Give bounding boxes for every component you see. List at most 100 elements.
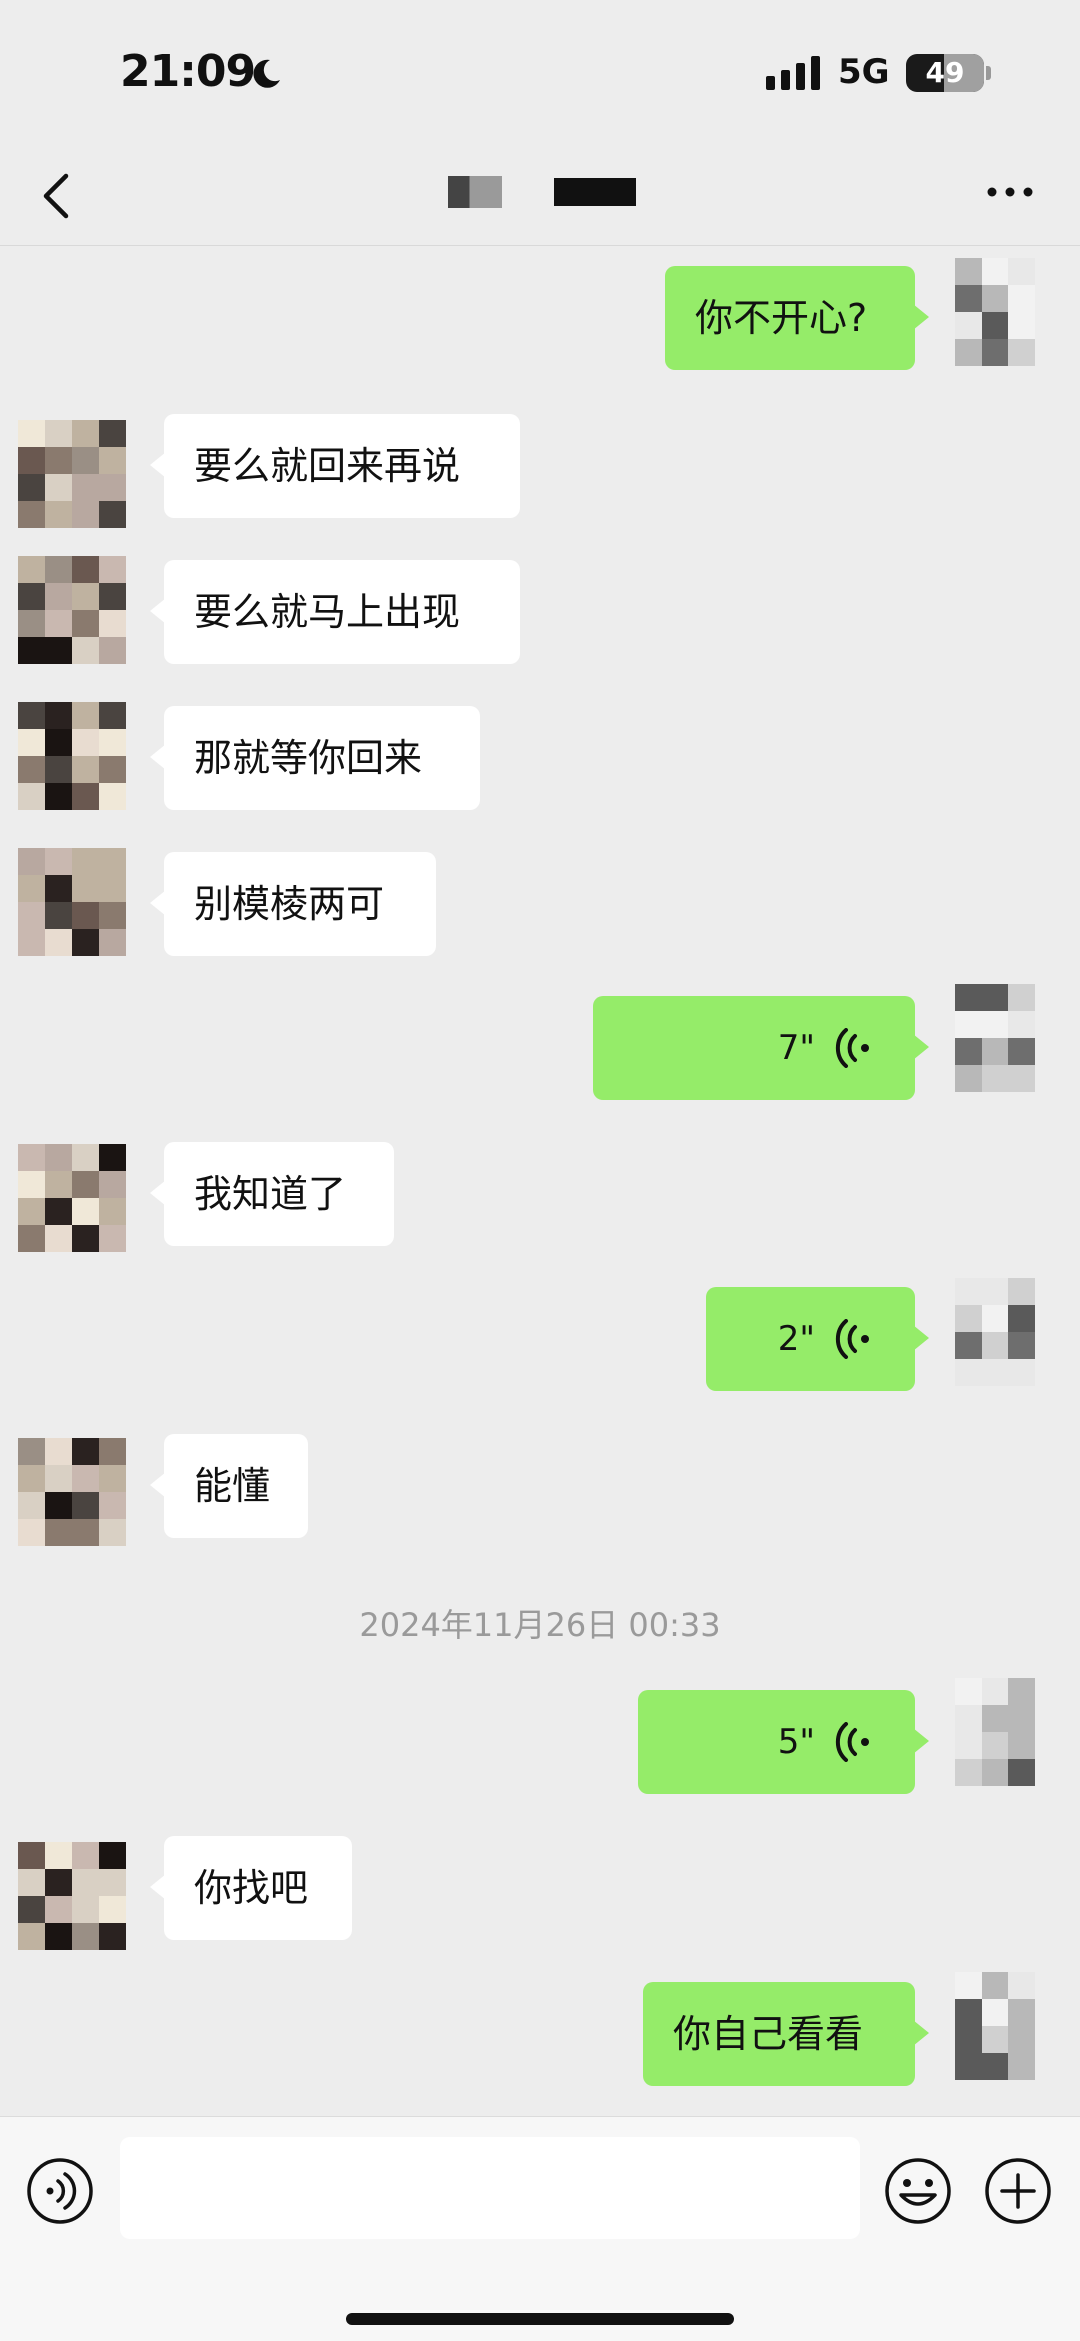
avatar-pixel xyxy=(981,1705,1009,1732)
contact-avatar[interactable] xyxy=(18,1438,126,1546)
plus-icon[interactable] xyxy=(984,2157,1052,2225)
moon-icon xyxy=(253,59,280,88)
message-bubble-received[interactable]: 我知道了 xyxy=(150,1142,394,1246)
avatar-pixel xyxy=(955,1972,982,1999)
message-input[interactable] xyxy=(120,2137,860,2239)
voice-wave-icon xyxy=(835,1028,869,1068)
avatar-pixel xyxy=(72,1225,99,1252)
voice-message-bubble[interactable]: 2" xyxy=(706,1287,929,1391)
voice-input-icon[interactable] xyxy=(26,2157,94,2225)
chevron-left-icon[interactable] xyxy=(38,168,74,224)
my-avatar[interactable] xyxy=(955,1972,1035,2080)
voice-wave-icon xyxy=(835,1319,869,1359)
avatar-pixel xyxy=(18,1896,45,1923)
message-bubble-received[interactable]: 你找吧 xyxy=(150,1836,352,1940)
avatar-pixel xyxy=(955,2053,982,2080)
message-bubble-received[interactable]: 要么就回来再说 xyxy=(150,414,520,518)
avatar-pixel xyxy=(45,474,72,501)
avatar-pixel xyxy=(72,729,99,756)
avatar-pixel xyxy=(18,1923,45,1950)
avatar-pixel xyxy=(981,1972,1009,1999)
avatar-pixel xyxy=(981,312,1009,339)
avatar-pixel xyxy=(955,1332,982,1359)
avatar-pixel xyxy=(18,902,45,929)
avatar-pixel xyxy=(72,1144,99,1171)
contact-name-redacted-bar xyxy=(554,178,636,206)
avatar-pixel xyxy=(1008,2053,1035,2080)
message-bubble-sent[interactable]: 你自己看看 xyxy=(643,1982,929,2086)
avatar-pixel xyxy=(45,1869,72,1896)
avatar-pixel xyxy=(18,583,45,610)
my-avatar[interactable] xyxy=(955,258,1035,366)
contact-avatar[interactable] xyxy=(18,1842,126,1950)
avatar-pixel xyxy=(45,1923,72,1950)
message-bubble-received[interactable]: 别模棱两可 xyxy=(150,852,436,956)
avatar-pixel xyxy=(981,1359,1009,1386)
my-avatar[interactable] xyxy=(955,1278,1035,1386)
avatar-pixel xyxy=(1008,312,1035,339)
avatar-pixel xyxy=(18,848,45,875)
emoji-icon[interactable] xyxy=(884,2157,952,2225)
avatar-pixel xyxy=(1008,1038,1035,1065)
avatar-pixel xyxy=(99,756,126,783)
avatar-pixel xyxy=(981,1732,1009,1759)
avatar-pixel xyxy=(981,1305,1009,1332)
avatar-pixel xyxy=(72,1171,99,1198)
voice-duration: 7" xyxy=(777,1028,815,1068)
avatar-pixel xyxy=(72,610,99,637)
contact-avatar[interactable] xyxy=(18,556,126,664)
avatar-pixel xyxy=(955,1011,982,1038)
avatar-pixel xyxy=(18,556,45,583)
chat-timestamp: 2024年11月26日 00:33 xyxy=(359,1606,721,1644)
contact-avatar[interactable] xyxy=(18,1144,126,1252)
message-bubble-received[interactable]: 要么就马上出现 xyxy=(150,560,520,664)
avatar-pixel xyxy=(981,339,1009,366)
message-bubble-sent[interactable]: 你不开心? xyxy=(665,266,929,370)
avatar-pixel xyxy=(45,756,72,783)
contact-avatar[interactable] xyxy=(18,848,126,956)
avatar-pixel xyxy=(99,1519,126,1546)
avatar-pixel xyxy=(1008,1278,1035,1305)
avatar-pixel xyxy=(955,258,982,285)
contact-name-redacted xyxy=(448,176,502,208)
avatar-pixel xyxy=(981,258,1009,285)
avatar-pixel xyxy=(18,702,45,729)
voice-duration: 2" xyxy=(777,1319,815,1359)
avatar-pixel xyxy=(45,902,72,929)
avatar-pixel xyxy=(99,1492,126,1519)
contact-avatar[interactable] xyxy=(18,702,126,810)
avatar-pixel xyxy=(45,501,72,528)
avatar-pixel xyxy=(981,1678,1009,1705)
avatar-pixel xyxy=(99,1171,126,1198)
status-time: 21:09 xyxy=(120,46,256,97)
avatar-pixel xyxy=(955,984,982,1011)
avatar-pixel xyxy=(18,1171,45,1198)
avatar-pixel xyxy=(18,637,45,664)
avatar-pixel xyxy=(72,1438,99,1465)
avatar-pixel xyxy=(18,783,45,810)
avatar-pixel xyxy=(72,1198,99,1225)
avatar-pixel xyxy=(981,984,1009,1011)
avatar-pixel xyxy=(72,702,99,729)
contact-avatar[interactable] xyxy=(18,420,126,528)
more-horizontal-icon[interactable] xyxy=(984,180,1036,204)
voice-message-bubble[interactable]: 5" xyxy=(638,1690,929,1794)
avatar-pixel xyxy=(99,729,126,756)
home-indicator[interactable] xyxy=(346,2313,734,2325)
avatar-pixel xyxy=(45,556,72,583)
message-bubble-received[interactable]: 能懂 xyxy=(150,1434,308,1538)
voice-message-bubble[interactable]: 7" xyxy=(593,996,929,1100)
avatar-pixel xyxy=(18,610,45,637)
avatar-pixel xyxy=(72,1923,99,1950)
chat-input-bar xyxy=(0,2116,1080,2341)
my-avatar[interactable] xyxy=(955,1678,1035,1786)
my-avatar[interactable] xyxy=(955,984,1035,1092)
avatar-pixel xyxy=(99,1869,126,1896)
avatar-pixel xyxy=(955,1065,982,1092)
avatar-pixel xyxy=(45,875,72,902)
message-bubble-received[interactable]: 那就等你回来 xyxy=(150,706,480,810)
avatar-pixel xyxy=(981,1999,1009,2026)
avatar-pixel xyxy=(981,1038,1009,1065)
avatar-pixel xyxy=(18,420,45,447)
avatar-pixel xyxy=(72,1492,99,1519)
